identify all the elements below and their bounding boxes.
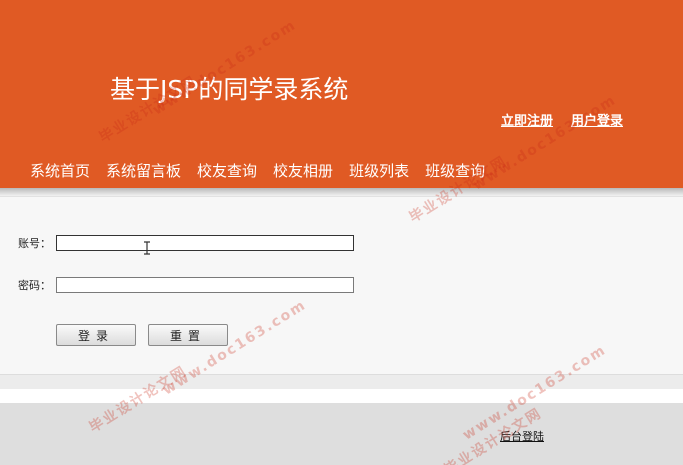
nav-item-alumni-search[interactable]: 校友查询 <box>189 160 265 182</box>
nav-item-class-list[interactable]: 班级列表 <box>341 160 417 182</box>
header-divider <box>0 188 683 196</box>
page: 基于JSP的同学录系统 立即注册 用户登录 系统首页 系统留言板 校友查询 校友… <box>0 0 683 465</box>
footer-spacer <box>0 389 683 403</box>
account-input[interactable] <box>56 235 354 251</box>
reset-button[interactable]: 重置 <box>148 324 228 346</box>
password-row: 密码： <box>18 277 354 293</box>
password-input[interactable] <box>56 277 354 293</box>
nav-item-alumni-album[interactable]: 校友相册 <box>265 160 341 182</box>
password-label: 密码： <box>18 279 51 292</box>
footer-band-top <box>0 374 683 389</box>
nav-item-home[interactable]: 系统首页 <box>22 160 98 182</box>
site-footer: 后台登陆 <box>0 403 683 465</box>
main-nav: 系统首页 系统留言板 校友查询 校友相册 班级列表 班级查询 <box>22 160 493 182</box>
top-links: 立即注册 用户登录 <box>501 110 623 129</box>
nav-item-class-search[interactable]: 班级查询 <box>417 160 493 182</box>
user-login-link[interactable]: 用户登录 <box>571 110 623 129</box>
login-panel: 账号： 密码： 登录 重置 <box>0 196 683 375</box>
admin-login-link[interactable]: 后台登陆 <box>500 428 544 444</box>
site-title: 基于JSP的同学录系统 <box>110 75 349 104</box>
site-header: 基于JSP的同学录系统 立即注册 用户登录 系统首页 系统留言板 校友查询 校友… <box>0 0 683 188</box>
text-cursor-icon <box>144 241 150 255</box>
nav-item-message-board[interactable]: 系统留言板 <box>98 160 189 182</box>
account-row: 账号： <box>18 235 354 251</box>
register-link[interactable]: 立即注册 <box>501 110 553 129</box>
form-buttons: 登录 重置 <box>56 324 228 346</box>
login-button[interactable]: 登录 <box>56 324 136 346</box>
account-label: 账号： <box>18 237 51 250</box>
